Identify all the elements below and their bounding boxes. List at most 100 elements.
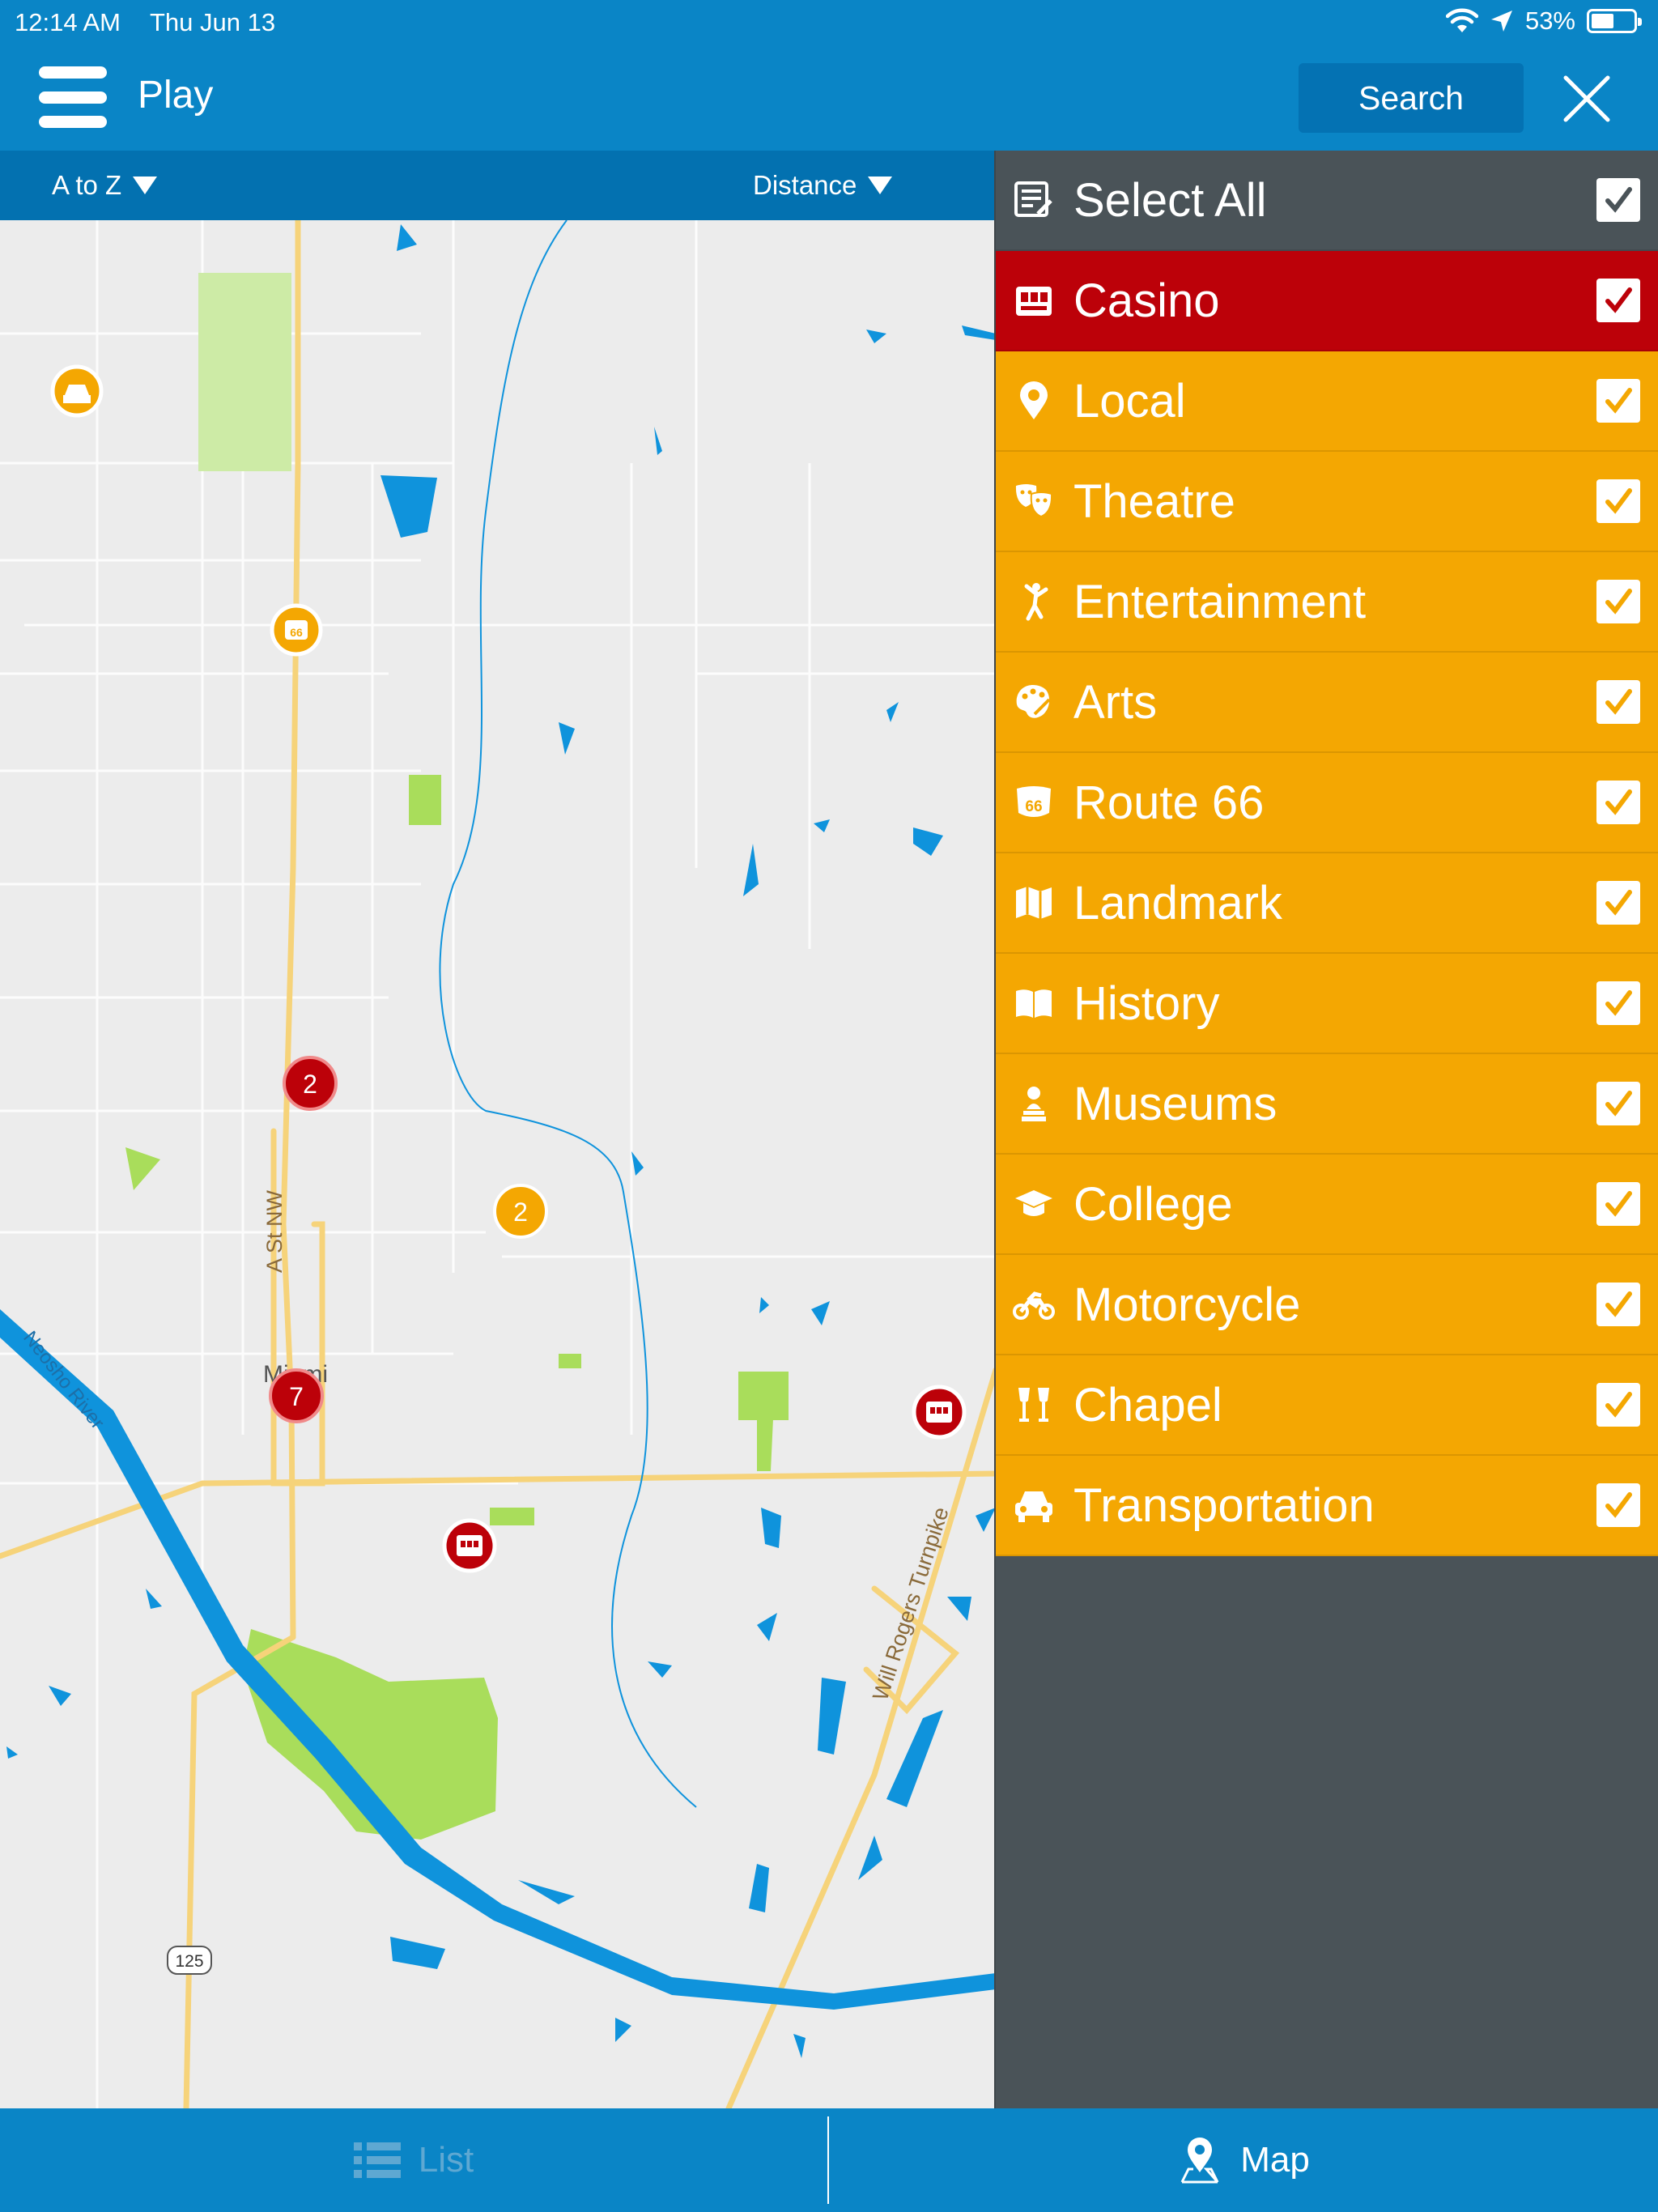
- tab-map[interactable]: Map: [829, 2108, 1658, 2212]
- filter-row-chapel[interactable]: Chapel: [996, 1355, 1658, 1456]
- filter-checkbox-chapel[interactable]: [1596, 1383, 1640, 1427]
- filter-label-arts: Arts: [1073, 675, 1158, 729]
- filter-checkbox-landmark[interactable]: [1596, 881, 1640, 925]
- sort-name-label: A to Z: [52, 170, 122, 200]
- filter-checkbox-theatre[interactable]: [1596, 479, 1640, 523]
- casino-marker[interactable]: [442, 1518, 497, 1573]
- chevron-down-icon: [133, 177, 158, 194]
- svg-text:125: 125: [175, 1952, 203, 1971]
- search-button[interactable]: Search: [1299, 63, 1524, 133]
- wifi-icon: [1445, 8, 1478, 32]
- filter-checkbox-motorcycle[interactable]: [1596, 1283, 1640, 1326]
- filter-label-history: History: [1073, 976, 1220, 1030]
- filter-label-casino: Casino: [1073, 274, 1220, 327]
- filter-row-entertainment[interactable]: Entertainment: [996, 552, 1658, 653]
- map-view[interactable]: A St NW Miami Neosho River Will Rogers T…: [0, 220, 996, 2108]
- close-icon[interactable]: [1561, 73, 1613, 125]
- filter-checkbox-museums[interactable]: [1596, 1082, 1640, 1125]
- status-time: 12:14 AM: [15, 8, 121, 36]
- street-label: A St NW: [262, 1189, 287, 1273]
- filter-checkbox-transportation[interactable]: [1596, 1483, 1640, 1527]
- transportation-marker[interactable]: [50, 364, 104, 418]
- filter-label-transportation: Transportation: [1073, 1478, 1375, 1532]
- map-pin-icon: [1180, 2138, 1219, 2184]
- menu-icon[interactable]: [39, 66, 107, 128]
- route-66-icon: 66: [1012, 781, 1056, 824]
- sort-bar: A to Z Distance: [0, 151, 996, 220]
- slot-machine-icon: [1012, 279, 1056, 322]
- filter-checkbox-route-66[interactable]: [1596, 781, 1640, 824]
- filter-row-route-66[interactable]: 66 Route 66: [996, 753, 1658, 853]
- filter-label-museums: Museums: [1073, 1077, 1278, 1130]
- checklist-icon: [1012, 178, 1056, 222]
- cluster-marker-casino[interactable]: 7: [269, 1368, 324, 1423]
- sort-distance-dropdown[interactable]: Distance: [753, 170, 893, 201]
- filter-row-arts[interactable]: Arts: [996, 653, 1658, 753]
- status-right: 53%: [1445, 6, 1642, 36]
- theatre-masks-icon: [1012, 479, 1056, 523]
- chevron-down-icon: [868, 177, 893, 194]
- filter-row-history[interactable]: History: [996, 954, 1658, 1054]
- filter-checkbox-arts[interactable]: [1596, 680, 1640, 724]
- battery-icon: [1587, 9, 1642, 33]
- bust-icon: [1012, 1082, 1056, 1125]
- map-canvas[interactable]: A St NW Miami Neosho River Will Rogers T…: [0, 220, 996, 2108]
- cluster-marker-category[interactable]: 2: [493, 1184, 548, 1239]
- champagne-glasses-icon: [1012, 1383, 1056, 1427]
- sort-name-dropdown[interactable]: A to Z: [52, 170, 158, 201]
- filter-row-theatre[interactable]: Theatre: [996, 452, 1658, 552]
- palette-icon: [1012, 680, 1056, 724]
- filter-checkbox-college[interactable]: [1596, 1182, 1640, 1226]
- filter-label-theatre: Theatre: [1073, 474, 1235, 528]
- filter-row-motorcycle[interactable]: Motorcycle: [996, 1255, 1658, 1355]
- open-book-icon: [1012, 981, 1056, 1025]
- status-date: Thu Jun 13: [150, 8, 276, 36]
- filter-row-local[interactable]: Local: [996, 351, 1658, 452]
- filter-row-casino[interactable]: Casino: [996, 251, 1658, 351]
- location-arrow-icon: [1490, 11, 1512, 32]
- filter-checkbox-casino[interactable]: [1596, 279, 1640, 322]
- bottom-tab-bar: List Map: [0, 2108, 1658, 2212]
- route-shield: 125: [167, 1946, 212, 1975]
- svg-text:7: 7: [289, 1382, 304, 1411]
- car-icon: [1012, 1483, 1056, 1527]
- filter-checkbox-local[interactable]: [1596, 379, 1640, 423]
- battery-percent: 53%: [1524, 6, 1575, 35]
- filter-row-transportation[interactable]: Transportation: [996, 1456, 1658, 1556]
- select-all-checkbox[interactable]: [1596, 178, 1640, 222]
- filter-label-local: Local: [1073, 374, 1186, 428]
- dancer-icon: [1012, 580, 1056, 623]
- filter-label-entertainment: Entertainment: [1073, 575, 1367, 628]
- filter-label-chapel: Chapel: [1073, 1378, 1222, 1431]
- filter-row-landmark[interactable]: Landmark: [996, 853, 1658, 954]
- select-all-row[interactable]: Select All: [996, 151, 1658, 251]
- filter-row-college[interactable]: College: [996, 1155, 1658, 1255]
- svg-text:66: 66: [1025, 798, 1042, 815]
- list-icon: [353, 2142, 401, 2178]
- svg-text:2: 2: [513, 1197, 528, 1227]
- filter-label-college: College: [1073, 1177, 1233, 1231]
- motorcycle-icon: [1012, 1283, 1056, 1326]
- filter-row-museums[interactable]: Museums: [996, 1054, 1658, 1155]
- tab-list-label: List: [418, 2140, 474, 2180]
- status-bar: 12:14 AM Thu Jun 13 53%: [0, 0, 1658, 44]
- tab-map-label: Map: [1240, 2140, 1310, 2180]
- category-filter-panel: Select All Casino Local Theatre Entertai…: [994, 151, 1658, 2108]
- select-all-label: Select All: [1073, 173, 1267, 227]
- route-66-marker[interactable]: 66: [270, 603, 323, 657]
- cluster-marker-casino[interactable]: 2: [283, 1056, 338, 1111]
- graduation-cap-icon: [1012, 1182, 1056, 1226]
- filter-label-landmark: Landmark: [1073, 876, 1282, 929]
- svg-text:66: 66: [290, 626, 303, 639]
- filter-label-route-66: Route 66: [1073, 776, 1265, 829]
- folded-map-icon: [1012, 881, 1056, 925]
- map-pin-icon: [1012, 379, 1056, 423]
- tab-list[interactable]: List: [0, 2108, 827, 2212]
- page-title: Play: [138, 74, 214, 117]
- casino-marker[interactable]: [912, 1385, 967, 1440]
- filter-checkbox-history[interactable]: [1596, 981, 1640, 1025]
- filter-checkbox-entertainment[interactable]: [1596, 580, 1640, 623]
- svg-text:2: 2: [303, 1070, 317, 1099]
- sort-distance-label: Distance: [753, 170, 857, 200]
- filter-label-motorcycle: Motorcycle: [1073, 1278, 1301, 1331]
